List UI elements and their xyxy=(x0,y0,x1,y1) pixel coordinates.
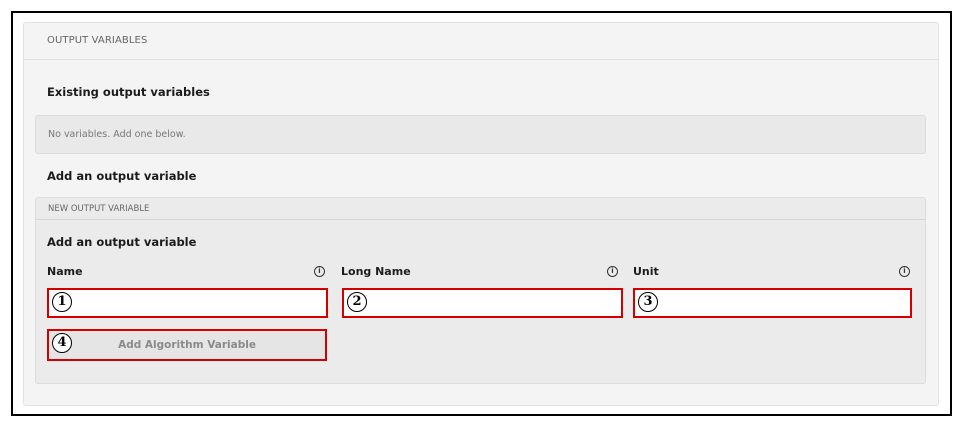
unit-input[interactable] xyxy=(659,292,904,314)
add-button-label: Add Algorithm Variable xyxy=(118,339,256,351)
name-input[interactable] xyxy=(73,292,320,314)
add-variable-title: Add an output variable xyxy=(47,169,197,183)
panel-header: OUTPUT VARIABLES xyxy=(24,23,938,60)
existing-variables-title: Existing output variables xyxy=(47,85,210,99)
long-name-label: Long Name xyxy=(341,265,411,278)
long-name-input[interactable] xyxy=(368,292,615,314)
marker-1: 1 xyxy=(52,292,72,312)
long-name-field-wrapper: 2 xyxy=(342,288,623,318)
unit-label: Unit xyxy=(633,265,659,278)
info-icon[interactable]: i xyxy=(607,266,618,277)
subpanel-header: NEW OUTPUT VARIABLE xyxy=(36,198,925,220)
name-label: Name xyxy=(47,265,83,278)
marker-3: 3 xyxy=(638,292,658,312)
output-variables-panel: OUTPUT VARIABLES Existing output variabl… xyxy=(23,22,939,406)
new-variable-title: Add an output variable xyxy=(47,235,197,249)
marker-2: 2 xyxy=(347,292,367,312)
annotated-frame: OUTPUT VARIABLES Existing output variabl… xyxy=(11,11,952,416)
unit-field-wrapper: 3 xyxy=(633,288,912,318)
new-output-variable-panel: NEW OUTPUT VARIABLE Add an output variab… xyxy=(35,197,926,384)
info-icon[interactable]: i xyxy=(314,266,325,277)
empty-variables-message: No variables. Add one below. xyxy=(35,115,926,154)
name-field-wrapper: 1 xyxy=(47,288,328,318)
add-algorithm-variable-button[interactable]: 4 Add Algorithm Variable xyxy=(47,329,327,361)
info-icon[interactable]: i xyxy=(899,266,910,277)
